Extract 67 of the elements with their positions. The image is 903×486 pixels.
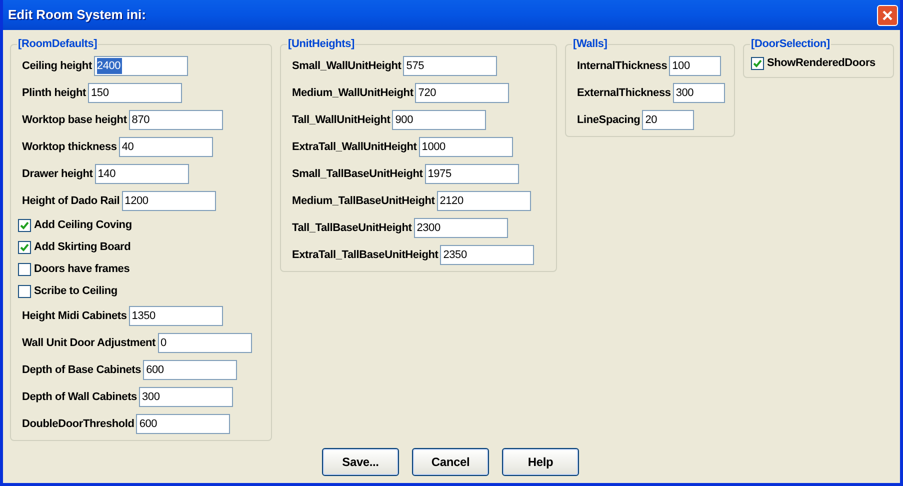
field-label: Height Midi Cabinets [22,308,127,324]
input-field[interactable]: 600 [136,414,230,434]
field-label: Ceiling height [22,58,92,74]
input-field[interactable]: 575 [403,56,498,76]
input-field[interactable]: 870 [128,110,223,130]
field-label: Depth of Base Cabinets [22,362,142,378]
input-field[interactable]: 1200 [122,191,216,211]
input-field[interactable]: 20 [642,110,694,130]
field-label: ExtraTall_WallUnitHeight [292,140,417,155]
checkbox[interactable] [18,263,31,276]
input-field[interactable]: 720 [415,83,510,103]
field-label: InternalThickness [577,58,668,74]
field-label: Tall_WallUnitHeight [292,112,390,128]
input-field[interactable]: 2300 [414,218,508,238]
group-title: [UnitHeights] [287,37,356,52]
checkbox-label: Doors have frames [34,262,130,278]
input-field[interactable]: 40 [118,137,213,157]
field-label: Plinth height [22,86,86,101]
field-label: ExternalThickness [577,86,671,101]
field-label: Medium_TallBaseUnitHeight [292,194,435,209]
group-title: [DoorSelection] [750,37,831,52]
input-field[interactable]: 300 [672,83,725,103]
check-icon [753,59,762,68]
field-label: DoubleDoorThreshold [22,416,134,432]
checkbox-label: ShowRenderedDoors [767,56,876,72]
field-label: Height of Dado Rail [22,194,120,209]
dialog-button[interactable]: Cancel [412,448,489,476]
dialog-button[interactable]: Save... [322,448,399,476]
checkbox-label: Scribe to Ceiling [34,284,118,300]
checkbox-label: Add Ceiling Coving [34,218,132,234]
field-label: LineSpacing [577,112,640,128]
field-label: Tall_TallBaseUnitHeight [292,220,412,236]
input-field[interactable]: 100 [669,56,722,76]
input-field[interactable]: 150 [88,83,182,103]
close-button[interactable] [877,4,898,26]
window-title: Edit Room System ini: [8,6,146,24]
field-label: Worktop thickness [22,140,117,155]
input-field[interactable]: 0 [158,333,252,353]
checkbox[interactable] [18,285,31,298]
field-label: Small_WallUnitHeight [292,58,402,74]
field-label: Wall Unit Door Adjustment [22,336,156,351]
input-field[interactable]: 1975 [424,164,519,184]
check-icon [20,243,29,252]
field-label: Depth of Wall Cabinets [22,390,137,405]
group-title: [Walls] [572,37,608,52]
input-field[interactable]: 300 [138,387,233,407]
input-field[interactable]: 1350 [128,306,223,326]
check-icon [20,221,29,230]
checkbox[interactable] [18,241,31,254]
checkbox[interactable] [751,57,764,70]
field-label: ExtraTall_TallBaseUnitHeight [292,248,438,263]
checkbox[interactable] [18,219,31,232]
field-label: Small_TallBaseUnitHeight [292,166,423,182]
group-title: [RoomDefaults] [17,37,98,52]
input-field[interactable]: 2120 [436,191,531,211]
input-field[interactable]: 600 [143,360,238,380]
field-label: Worktop base height [22,112,127,128]
field-label: Drawer height [22,166,93,182]
input-field[interactable]: 2350 [440,245,534,265]
input-field[interactable]: 900 [392,110,486,130]
input-field[interactable]: 2400 [94,56,188,76]
input-field[interactable]: 1000 [418,137,513,157]
field-label: Medium_WallUnitHeight [292,86,414,101]
dialog-button[interactable]: Help [502,448,579,476]
close-icon [882,10,893,20]
input-field[interactable]: 140 [94,164,189,184]
checkbox-label: Add Skirting Board [34,240,131,256]
